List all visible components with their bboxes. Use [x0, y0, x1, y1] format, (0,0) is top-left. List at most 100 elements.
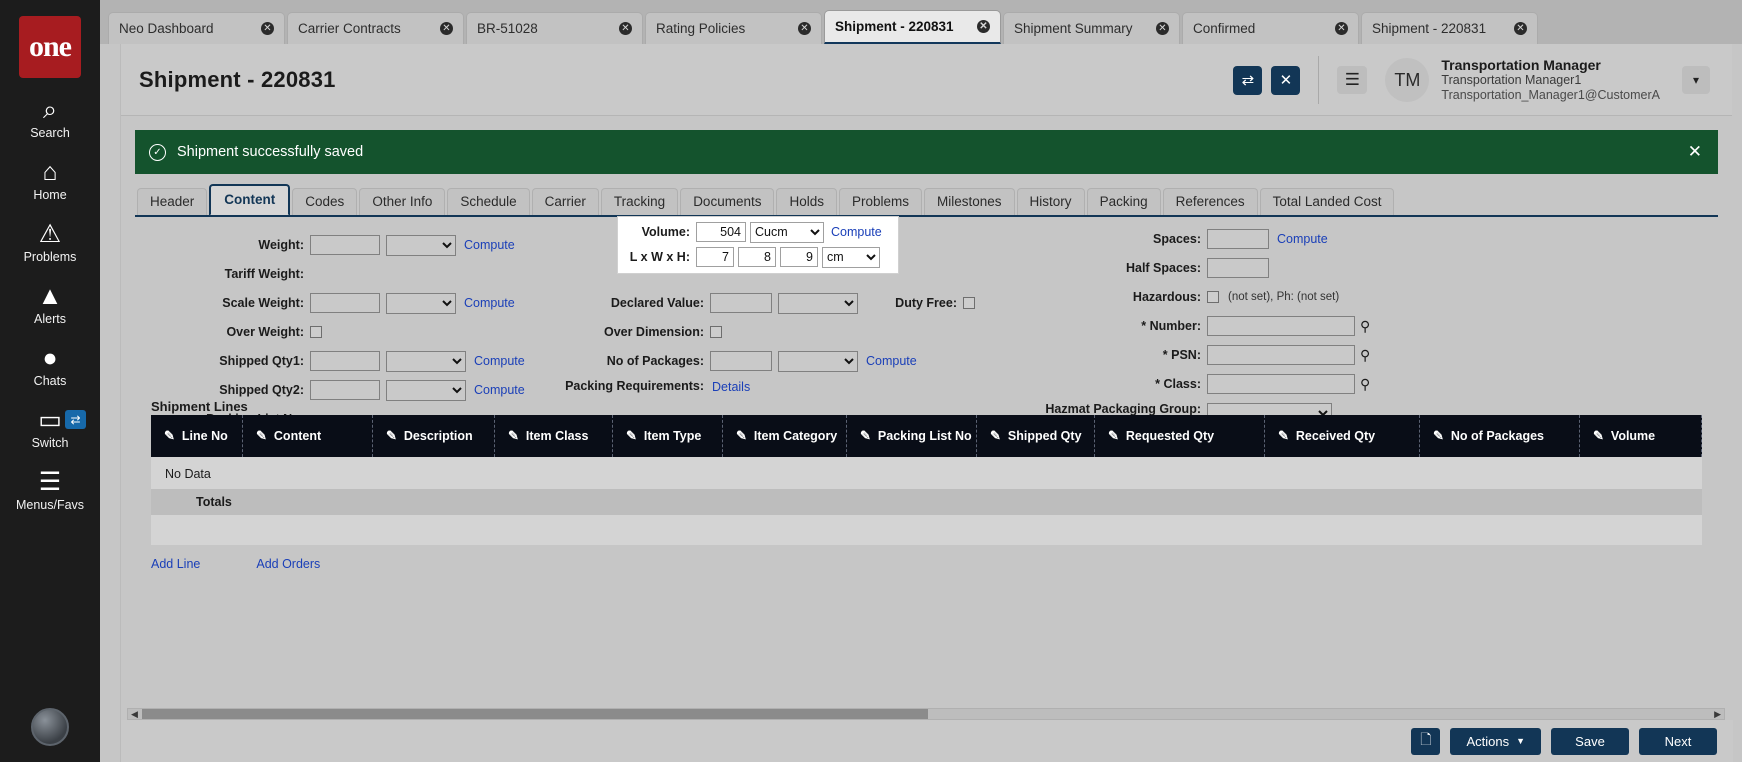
packing-requirements-details-link[interactable]: Details [712, 380, 750, 394]
weight-input[interactable] [310, 235, 380, 255]
weight-compute-link[interactable]: Compute [464, 238, 515, 252]
close-icon[interactable]: ✕ [261, 22, 274, 35]
no-of-packages-uom-select[interactable] [778, 351, 858, 372]
grid-column-header[interactable]: ✎Line No [151, 415, 243, 457]
close-icon[interactable]: ✕ [977, 20, 990, 33]
save-button[interactable]: Save [1551, 728, 1629, 755]
pencil-icon[interactable]: ✎ [626, 428, 637, 444]
grid-column-header[interactable]: ✎Requested Qty [1095, 415, 1265, 457]
hazardous-checkbox[interactable] [1207, 291, 1219, 303]
no-of-packages-compute-link[interactable]: Compute [866, 354, 917, 368]
close-icon[interactable]: ✕ [798, 22, 811, 35]
app-logo[interactable]: one [19, 16, 81, 78]
add-orders-link[interactable]: Add Orders [256, 557, 320, 571]
psn-lookup-magnifier-icon[interactable]: ⚲ [1360, 347, 1370, 364]
close-icon[interactable]: ✕ [1271, 66, 1300, 95]
shipped-qty2-input[interactable] [310, 380, 380, 400]
spaces-input[interactable] [1207, 229, 1269, 249]
scale-weight-compute-link[interactable]: Compute [464, 296, 515, 310]
shipped-qty2-compute-link[interactable]: Compute [474, 383, 525, 397]
tab-content[interactable]: Content [209, 184, 290, 216]
tab-codes[interactable]: Codes [292, 188, 357, 215]
tab-history[interactable]: History [1017, 188, 1085, 215]
grid-column-header[interactable]: ✎Item Type [613, 415, 723, 457]
horizontal-scrollbar[interactable]: ◀ ▶ [127, 708, 1725, 720]
pencil-icon[interactable]: ✎ [508, 428, 519, 444]
rail-item-chats[interactable]: ●Chats [0, 344, 100, 388]
tab-header[interactable]: Header [137, 188, 207, 215]
browser-tab[interactable]: Neo Dashboard✕ [108, 12, 285, 44]
rail-item-problems[interactable]: ⚠Problems [0, 220, 100, 264]
pencil-icon[interactable]: ✎ [1433, 428, 1444, 444]
grid-column-header[interactable]: ✎Description [373, 415, 495, 457]
pencil-icon[interactable]: ✎ [1278, 428, 1289, 444]
grid-column-header[interactable]: ✎Shipped Qty [977, 415, 1095, 457]
scrollbar-thumb[interactable] [142, 709, 928, 719]
close-icon[interactable]: ✕ [1335, 22, 1348, 35]
browser-tab[interactable]: Shipment - 220831✕ [1361, 12, 1538, 44]
rail-item-search[interactable]: ⌕Search [0, 96, 100, 140]
class-input[interactable] [1207, 374, 1355, 394]
tab-references[interactable]: References [1163, 188, 1258, 215]
pencil-icon[interactable]: ✎ [990, 428, 1001, 444]
psn-input[interactable] [1207, 345, 1355, 365]
close-icon[interactable]: ✕ [1514, 22, 1527, 35]
scroll-left-arrow-icon[interactable]: ◀ [131, 709, 138, 720]
tab-holds[interactable]: Holds [776, 188, 837, 215]
pencil-icon[interactable]: ✎ [860, 428, 871, 444]
tab-carrier[interactable]: Carrier [532, 188, 599, 215]
scale-weight-uom-select[interactable] [386, 293, 456, 314]
length-input[interactable] [696, 247, 734, 267]
tab-milestones[interactable]: Milestones [924, 188, 1015, 215]
grid-column-header[interactable]: ✎Item Class [495, 415, 613, 457]
rail-item-alerts[interactable]: ▲Alerts [0, 282, 100, 326]
over-dimension-checkbox[interactable] [710, 326, 722, 338]
refresh-icon[interactable]: ⇄ [1233, 66, 1262, 95]
tab-documents[interactable]: Documents [680, 188, 774, 215]
grid-column-header[interactable]: ✎No of Packages [1420, 415, 1580, 457]
pencil-icon[interactable]: ✎ [164, 428, 175, 444]
avatar[interactable]: TM [1385, 58, 1429, 102]
grid-column-header[interactable]: ✎Received Qty [1265, 415, 1420, 457]
shipped-qty1-compute-link[interactable]: Compute [474, 354, 525, 368]
width-input[interactable] [738, 247, 776, 267]
grid-column-header[interactable]: ✎Packing List No [847, 415, 977, 457]
number-lookup-magnifier-icon[interactable]: ⚲ [1360, 318, 1370, 335]
tab-tracking[interactable]: Tracking [601, 188, 678, 215]
class-lookup-magnifier-icon[interactable]: ⚲ [1360, 376, 1370, 393]
tab-problems[interactable]: Problems [839, 188, 922, 215]
scroll-right-arrow-icon[interactable]: ▶ [1714, 709, 1721, 720]
number-input[interactable] [1207, 316, 1355, 336]
add-line-link[interactable]: Add Line [151, 557, 200, 571]
actions-button[interactable]: Actions ▼ [1450, 728, 1541, 755]
pencil-icon[interactable]: ✎ [1108, 428, 1119, 444]
tab-other-info[interactable]: Other Info [359, 188, 445, 215]
half-spaces-input[interactable] [1207, 258, 1269, 278]
banner-close-icon[interactable]: ✕ [1688, 142, 1702, 162]
rail-item-home[interactable]: ⌂Home [0, 158, 100, 202]
declared-currency-select[interactable] [778, 293, 858, 314]
pencil-icon[interactable]: ✎ [736, 428, 747, 444]
weight-uom-select[interactable] [386, 235, 456, 256]
rail-item-menus-favs[interactable]: ☰Menus/Favs [0, 468, 100, 512]
shipped-qty2-uom-select[interactable] [386, 380, 466, 401]
grid-column-header[interactable]: ✎Item Category [723, 415, 847, 457]
browser-tab[interactable]: Confirmed✕ [1182, 12, 1359, 44]
scale-weight-input[interactable] [310, 293, 380, 313]
over-weight-checkbox[interactable] [310, 326, 322, 338]
grid-column-header[interactable]: ✎Content [243, 415, 373, 457]
browser-tab[interactable]: BR-51028✕ [466, 12, 643, 44]
close-icon[interactable]: ✕ [440, 22, 453, 35]
shipped-qty1-uom-select[interactable] [386, 351, 466, 372]
volume-input[interactable] [696, 222, 746, 242]
browser-tab[interactable]: Shipment - 220831✕ [824, 10, 1001, 44]
declared-value-input[interactable] [710, 293, 772, 313]
next-button[interactable]: Next [1639, 728, 1717, 755]
spaces-compute-link[interactable]: Compute [1277, 232, 1328, 246]
pencil-icon[interactable]: ✎ [256, 428, 267, 444]
volume-uom-select[interactable]: Cucm [750, 222, 824, 243]
shipped-qty1-input[interactable] [310, 351, 380, 371]
browser-tab[interactable]: Rating Policies✕ [645, 12, 822, 44]
close-icon[interactable]: ✕ [1156, 22, 1169, 35]
tab-packing[interactable]: Packing [1087, 188, 1161, 215]
